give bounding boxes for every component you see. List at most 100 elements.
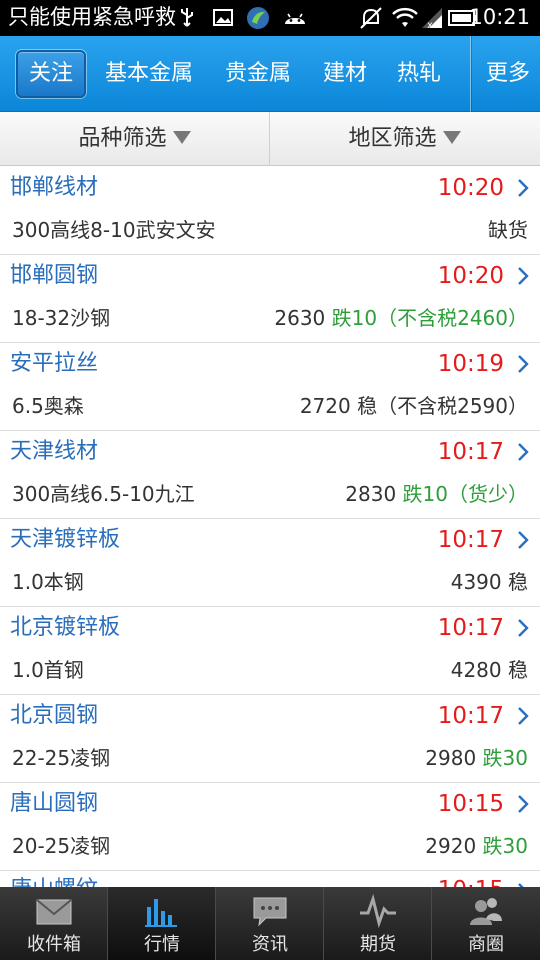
chevron-right-icon bbox=[518, 267, 529, 285]
tab-guanzhu[interactable]: 关注 bbox=[16, 50, 86, 98]
nav-inbox-label: 收件箱 bbox=[27, 934, 81, 955]
item-time: 10:15 bbox=[438, 875, 504, 887]
usb-icon bbox=[181, 8, 193, 27]
item-quote: 2630 跌10（不含税2460） bbox=[274, 304, 528, 332]
item-time: 10:15 bbox=[437, 791, 504, 817]
item-spec: 300高线8-10武安文安 bbox=[12, 218, 216, 242]
region-filter-button[interactable]: 地区筛选 bbox=[270, 112, 539, 166]
chevron-right-icon bbox=[518, 795, 529, 813]
item-name: 邯郸线材 bbox=[10, 175, 99, 200]
item-price: 4390 bbox=[450, 570, 502, 594]
item-price: 4280 bbox=[450, 658, 502, 682]
list-item[interactable]: 天津线材 10:17 300高线6.5-10九江 2830 跌10（货少） bbox=[0, 431, 540, 519]
carrier-status-text: 只能使用紧急呼救 bbox=[8, 5, 176, 29]
item-quote: 2980 跌30 bbox=[425, 744, 528, 772]
item-change: 跌10（货少） bbox=[402, 482, 528, 506]
item-spec: 22-25凌钢 bbox=[12, 746, 111, 770]
variety-filter-button[interactable]: 品种筛选 bbox=[0, 112, 269, 166]
tab-jibenjinshu[interactable]: 基本金属 bbox=[98, 50, 200, 98]
variety-filter-label: 品种筛选 bbox=[78, 126, 167, 151]
clock: 10:21 bbox=[469, 5, 530, 29]
item-price: 2920 bbox=[425, 834, 477, 858]
bottom-nav: 收件箱 行情 资讯 期货 商圈 bbox=[0, 887, 540, 960]
chevron-right-icon bbox=[518, 531, 529, 549]
item-name: 唐山圆钢 bbox=[10, 791, 99, 816]
item-spec: 1.0本钢 bbox=[12, 570, 84, 594]
item-spec: 20-25凌钢 bbox=[12, 834, 111, 858]
price-list[interactable]: 邯郸线材 10:20 300高线8-10武安文安 缺货邯郸圆钢 10:20 18-32沙钢… bbox=[0, 167, 540, 887]
item-quote: 2720 稳（不含税2590） bbox=[300, 392, 528, 420]
envelope-icon bbox=[36, 899, 72, 925]
nav-business-label: 商圈 bbox=[468, 934, 504, 955]
more-tabs-button[interactable]: 更多 bbox=[478, 50, 538, 98]
tab-guijinshu[interactable]: 贵金属 bbox=[218, 50, 298, 98]
nav-news[interactable]: 资讯 bbox=[216, 887, 324, 960]
item-time: 10:17 bbox=[437, 615, 504, 641]
list-item[interactable]: 唐山螺纹 10:15 bbox=[0, 871, 540, 887]
notification-off-icon bbox=[360, 7, 382, 29]
item-change: 跌30 bbox=[482, 834, 528, 858]
nav-inbox[interactable]: 收件箱 bbox=[0, 887, 108, 960]
nav-market-label: 行情 bbox=[144, 934, 180, 955]
list-item[interactable]: 邯郸圆钢 10:20 18-32沙钢 2630 跌10（不含税2460） bbox=[0, 255, 540, 343]
chevron-right-icon bbox=[518, 707, 529, 725]
pulse-icon bbox=[360, 893, 396, 929]
item-quote: 4280 稳 bbox=[451, 656, 528, 684]
app-logo-icon bbox=[247, 7, 269, 29]
nav-market[interactable]: 行情 bbox=[108, 887, 216, 960]
item-name: 天津线材 bbox=[10, 439, 99, 464]
nav-futures[interactable]: 期货 bbox=[324, 887, 432, 960]
item-change: 稳（不含税2590） bbox=[357, 394, 528, 418]
item-time: 10:17 bbox=[437, 439, 504, 465]
image-icon bbox=[213, 9, 233, 26]
bar-chart-icon bbox=[145, 899, 177, 927]
item-time: 10:17 bbox=[437, 527, 504, 553]
tab-rezha[interactable]: 热轧 bbox=[390, 50, 448, 98]
item-change: 跌10（不含税2460） bbox=[331, 306, 528, 330]
list-item[interactable]: 邯郸线材 10:20 300高线8-10武安文安 缺货 bbox=[0, 167, 540, 255]
filter-bar: 品种筛选 地区筛选 bbox=[0, 112, 540, 166]
tab-divider-shadow bbox=[471, 36, 472, 112]
list-item[interactable]: 唐山圆钢 10:15 20-25凌钢 2920 跌30 bbox=[0, 783, 540, 871]
item-name: 安平拉丝 bbox=[10, 351, 99, 376]
item-quote: 2920 跌30 bbox=[425, 832, 528, 860]
item-price: 2720 bbox=[299, 394, 351, 418]
item-name: 天津镀锌板 bbox=[10, 527, 121, 552]
item-spec: 300高线6.5-10九江 bbox=[12, 482, 195, 506]
people-icon bbox=[470, 898, 502, 925]
item-change: 稳 bbox=[508, 658, 528, 682]
svg-text:x: x bbox=[427, 20, 433, 30]
nav-business[interactable]: 商圈 bbox=[432, 887, 540, 960]
dropdown-triangle-icon bbox=[172, 130, 191, 144]
item-time: 10:17 bbox=[437, 703, 504, 729]
chevron-right-icon bbox=[518, 179, 529, 197]
list-item[interactable]: 北京圆钢 10:17 22-25凌钢 2980 跌30 bbox=[0, 695, 540, 783]
item-spec: 6.5奥森 bbox=[12, 394, 84, 418]
region-filter-label: 地区筛选 bbox=[348, 126, 437, 151]
item-price: 2830 bbox=[345, 482, 397, 506]
list-item[interactable]: 安平拉丝 10:19 6.5奥森 2720 稳（不含税2590） bbox=[0, 343, 540, 431]
tab-jiancai[interactable]: 建材 bbox=[316, 50, 374, 98]
item-change: 缺货 bbox=[488, 218, 528, 242]
item-name: 唐山螺纹 bbox=[10, 875, 98, 887]
item-price: 2980 bbox=[425, 746, 477, 770]
item-quote: 4390 稳 bbox=[451, 568, 528, 596]
item-spec: 18-32沙钢 bbox=[12, 306, 111, 330]
item-change: 跌30 bbox=[482, 746, 528, 770]
nav-news-label: 资讯 bbox=[252, 934, 288, 955]
list-item[interactable]: 北京镀锌板 10:17 1.0首钢 4280 稳 bbox=[0, 607, 540, 695]
chevron-right-icon bbox=[518, 443, 529, 461]
wifi-icon bbox=[392, 7, 418, 27]
list-item[interactable]: 天津镀锌板 10:17 1.0本钢 4390 稳 bbox=[0, 519, 540, 607]
item-price: 2630 bbox=[274, 306, 326, 330]
chevron-right-icon bbox=[518, 619, 529, 637]
item-name: 北京镀锌板 bbox=[10, 615, 121, 640]
dropdown-triangle-icon bbox=[442, 130, 461, 144]
item-time: 10:20 bbox=[437, 175, 504, 201]
item-name: 邯郸圆钢 bbox=[10, 263, 99, 288]
item-time: 10:20 bbox=[437, 263, 504, 289]
item-change: 稳 bbox=[508, 570, 528, 594]
nav-futures-label: 期货 bbox=[360, 934, 396, 955]
chevron-right-icon bbox=[518, 355, 529, 373]
category-tab-bar: 关注 基本金属 贵金属 建材 热轧 更多 bbox=[0, 36, 540, 112]
